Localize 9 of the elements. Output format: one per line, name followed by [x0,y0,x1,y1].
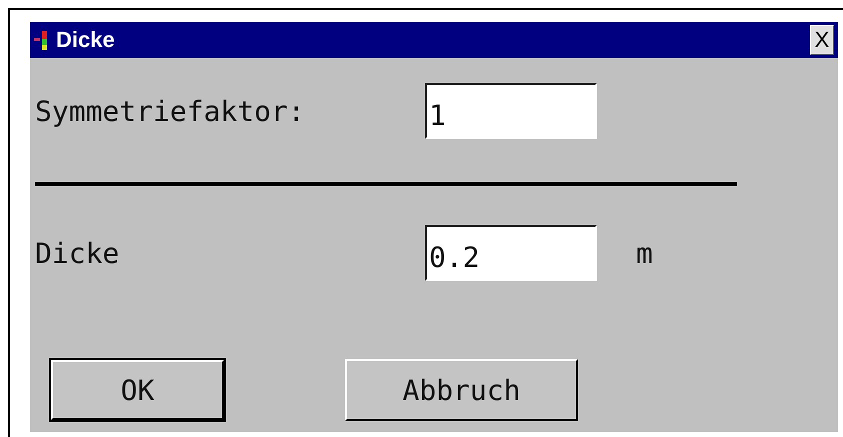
field-label: Dicke [35,236,120,270]
unit-label: m [636,236,653,270]
close-button[interactable]: X [810,25,834,55]
field-label: Symmetriefaktor: [35,94,306,128]
cancel-button[interactable]: Abbruch [345,359,578,421]
ok-button[interactable]: OK [50,359,225,421]
input-field[interactable]: 0.2 [425,225,597,281]
window-title: Dicke [56,27,116,53]
input-field[interactable]: 1 [425,83,597,139]
